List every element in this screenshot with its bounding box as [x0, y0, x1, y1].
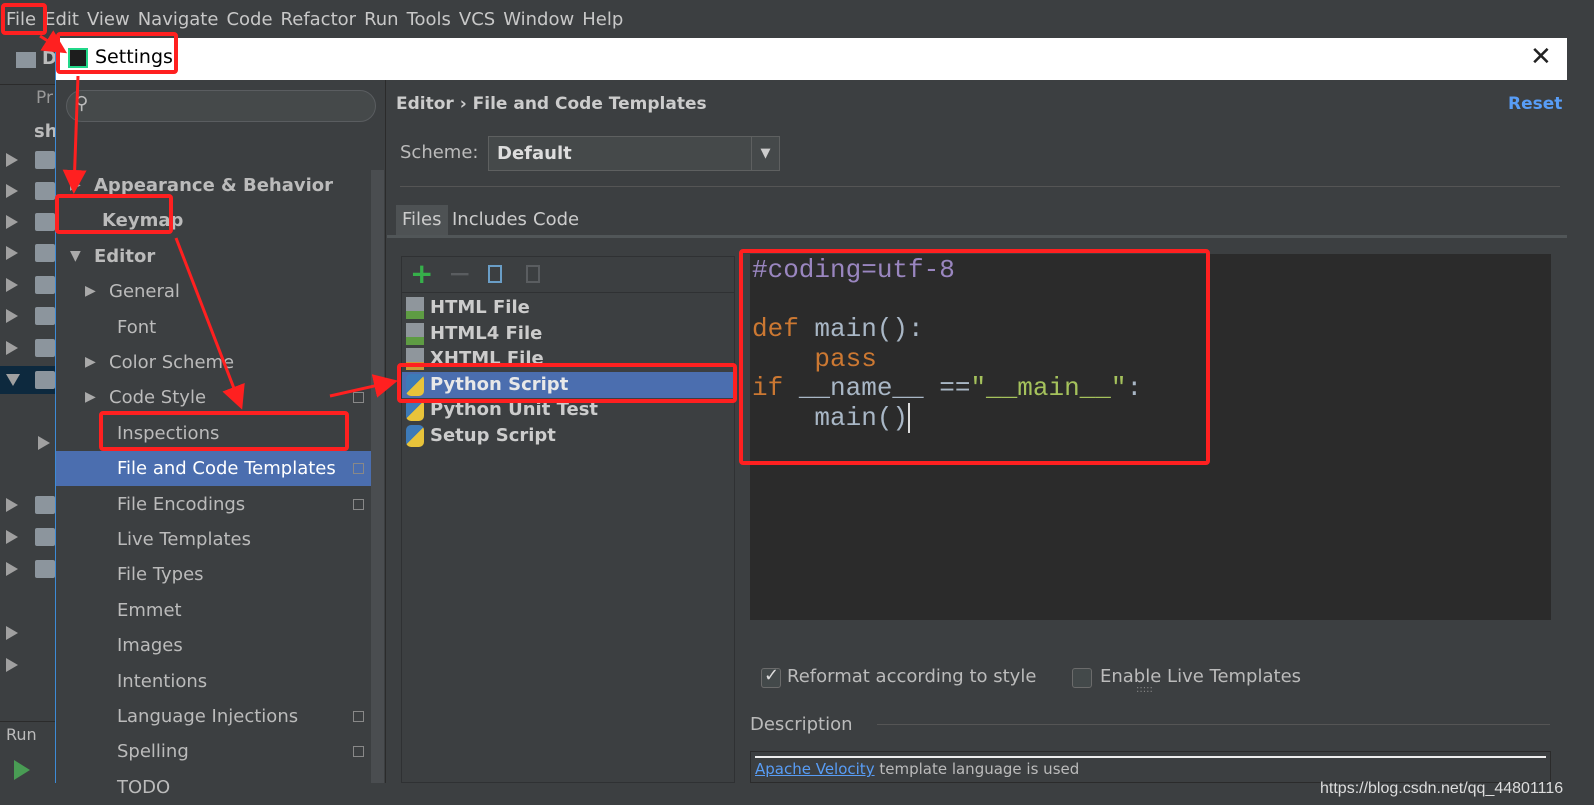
menu-bar: File Edit View Navigate Code Refactor Ru…	[0, 0, 1594, 38]
reformat-checkbox[interactable]: ✓	[761, 665, 781, 688]
dialog-title-bar: Settings ✕	[56, 38, 1567, 80]
scheme-label: Scheme:	[400, 142, 479, 163]
project-root[interactable]: sh	[34, 121, 58, 142]
tree-item-file-types[interactable]: File Types	[56, 557, 371, 592]
tree-item-font[interactable]: Font	[56, 310, 371, 345]
live-templates-label[interactable]: Enable Live Templates	[1100, 666, 1301, 687]
tree-item-label: Color Scheme	[109, 352, 235, 373]
description-separator	[877, 724, 1550, 725]
reset-button[interactable]: Reset	[1508, 94, 1562, 114]
tree-item-label: File and Code Templates	[117, 458, 336, 480]
menu-view[interactable]: View	[87, 9, 130, 30]
splitter-handle[interactable]: :::::	[1136, 684, 1153, 695]
tree-item-intentions[interactable]: Intentions	[56, 664, 371, 699]
tree-item-label: Font	[117, 316, 157, 338]
menu-navigate[interactable]: Navigate	[138, 9, 219, 30]
chevron-right-icon[interactable]: ▶	[85, 274, 96, 309]
tree-item-label: Spelling	[117, 741, 189, 763]
tree-item-emmet[interactable]: Emmet	[56, 593, 371, 628]
tree-item-label: Intentions	[117, 670, 208, 692]
html-file-icon	[406, 322, 424, 345]
description-panel: Apache Velocity template language is use…	[750, 751, 1551, 783]
template-label: Setup Script	[430, 425, 556, 446]
annotation-box-code	[739, 249, 1210, 465]
menu-help[interactable]: Help	[582, 9, 623, 30]
tree-item-label: TODO	[117, 776, 171, 798]
project-scope-icon	[353, 498, 364, 510]
tree-item-file-and-code-templates[interactable]: File and Code Templates	[56, 451, 371, 487]
python-file-icon	[406, 425, 424, 447]
chevron-right-icon[interactable]: ▶	[85, 380, 96, 415]
tab-includes[interactable]: Includes	[446, 205, 533, 235]
scheme-select[interactable]: Default ▼	[488, 136, 780, 171]
menu-window[interactable]: Window	[503, 9, 574, 30]
tree-item-label: File Encodings	[117, 493, 246, 515]
tree-item-images[interactable]: Images	[56, 628, 371, 663]
tree-item-editor[interactable]: ▼ Editor	[56, 239, 371, 274]
annotation-box-settings	[56, 32, 178, 74]
project-scope-icon	[353, 392, 364, 404]
tree-item-label: General	[109, 281, 180, 303]
settings-search-input[interactable]: ⚲	[66, 90, 376, 122]
sidebar-scrollbar[interactable]	[371, 170, 384, 783]
menu-run[interactable]: Run	[364, 9, 399, 30]
tree-item-todo[interactable]: TODO	[56, 770, 371, 805]
live-templates-checkbox[interactable]	[1072, 668, 1092, 688]
tree-item-spelling[interactable]: Spelling	[56, 734, 371, 769]
remove-icon[interactable]: −	[448, 257, 471, 290]
annotation-box-python-script	[397, 363, 737, 403]
template-item[interactable]: HTML4 File	[402, 321, 734, 347]
project-scope-icon	[353, 463, 364, 475]
annotation-box-editor	[55, 194, 173, 234]
description-text: template language is used	[874, 760, 1080, 778]
menu-code[interactable]: Code	[226, 9, 272, 30]
close-icon[interactable]: ✕	[1530, 42, 1552, 72]
chevron-down-icon: ▼	[751, 137, 779, 170]
menu-edit[interactable]: Edit	[44, 9, 79, 30]
annotation-box-file	[1, 3, 47, 35]
tree-item-live-templates[interactable]: Live Templates	[56, 522, 371, 557]
add-icon[interactable]: +	[410, 257, 433, 290]
reformat-label[interactable]: Reformat according to style	[787, 666, 1036, 687]
reset-template-icon[interactable]	[526, 265, 540, 283]
run-icon[interactable]	[14, 760, 30, 780]
tab-files[interactable]: Files	[396, 205, 448, 235]
template-label: HTML File	[430, 297, 530, 318]
tree-item-label: Editor	[94, 245, 156, 267]
template-list: + − HTML File HTML4 File XHTML File Python …	[401, 256, 735, 783]
search-icon: ⚲	[75, 93, 89, 114]
template-toolbar: + −	[402, 257, 734, 293]
tree-item-general[interactable]: ▶ General	[56, 274, 371, 309]
tree-item-color-scheme[interactable]: ▶ Color Scheme	[56, 345, 371, 380]
apache-velocity-link[interactable]: Apache Velocity	[755, 760, 875, 778]
menu-tools[interactable]: Tools	[407, 9, 451, 30]
description-heading: Description	[750, 714, 853, 735]
tree-item-label: Images	[117, 635, 183, 657]
menu-refactor[interactable]: Refactor	[281, 9, 357, 30]
chevron-right-icon[interactable]: ▶	[85, 345, 96, 380]
tree-item-file-encodings[interactable]: File Encodings	[56, 487, 371, 522]
project-scope-icon	[353, 711, 364, 722]
chevron-down-icon[interactable]: ▼	[70, 239, 81, 274]
tree-item-language-injections[interactable]: Language Injections	[56, 699, 371, 734]
template-item[interactable]: Setup Script	[402, 423, 734, 449]
scheme-value: Default	[497, 143, 572, 164]
tree-item-label: File Types	[117, 564, 204, 586]
template-label: HTML4 File	[430, 322, 543, 344]
project-tab[interactable]: Pr	[36, 88, 53, 108]
template-item[interactable]: HTML File	[402, 295, 734, 321]
tree-item-label: Language Injections	[117, 706, 299, 727]
annotation-box-templates	[99, 411, 349, 451]
project-tool-window: D Pr sh Run	[0, 38, 58, 783]
tree-item-label: Emmet	[117, 599, 182, 621]
copy-icon[interactable]	[488, 265, 502, 283]
run-tab[interactable]: Run	[6, 725, 37, 744]
project-scope-icon	[353, 746, 364, 758]
menu-vcs[interactable]: VCS	[459, 9, 495, 30]
folder-icon	[16, 52, 36, 68]
tree-item-label: Live Templates	[117, 529, 251, 550]
tab-code[interactable]: Code	[527, 205, 585, 235]
html-file-icon	[406, 297, 424, 319]
breadcrumb: Editor › File and Code Templates	[396, 94, 707, 114]
